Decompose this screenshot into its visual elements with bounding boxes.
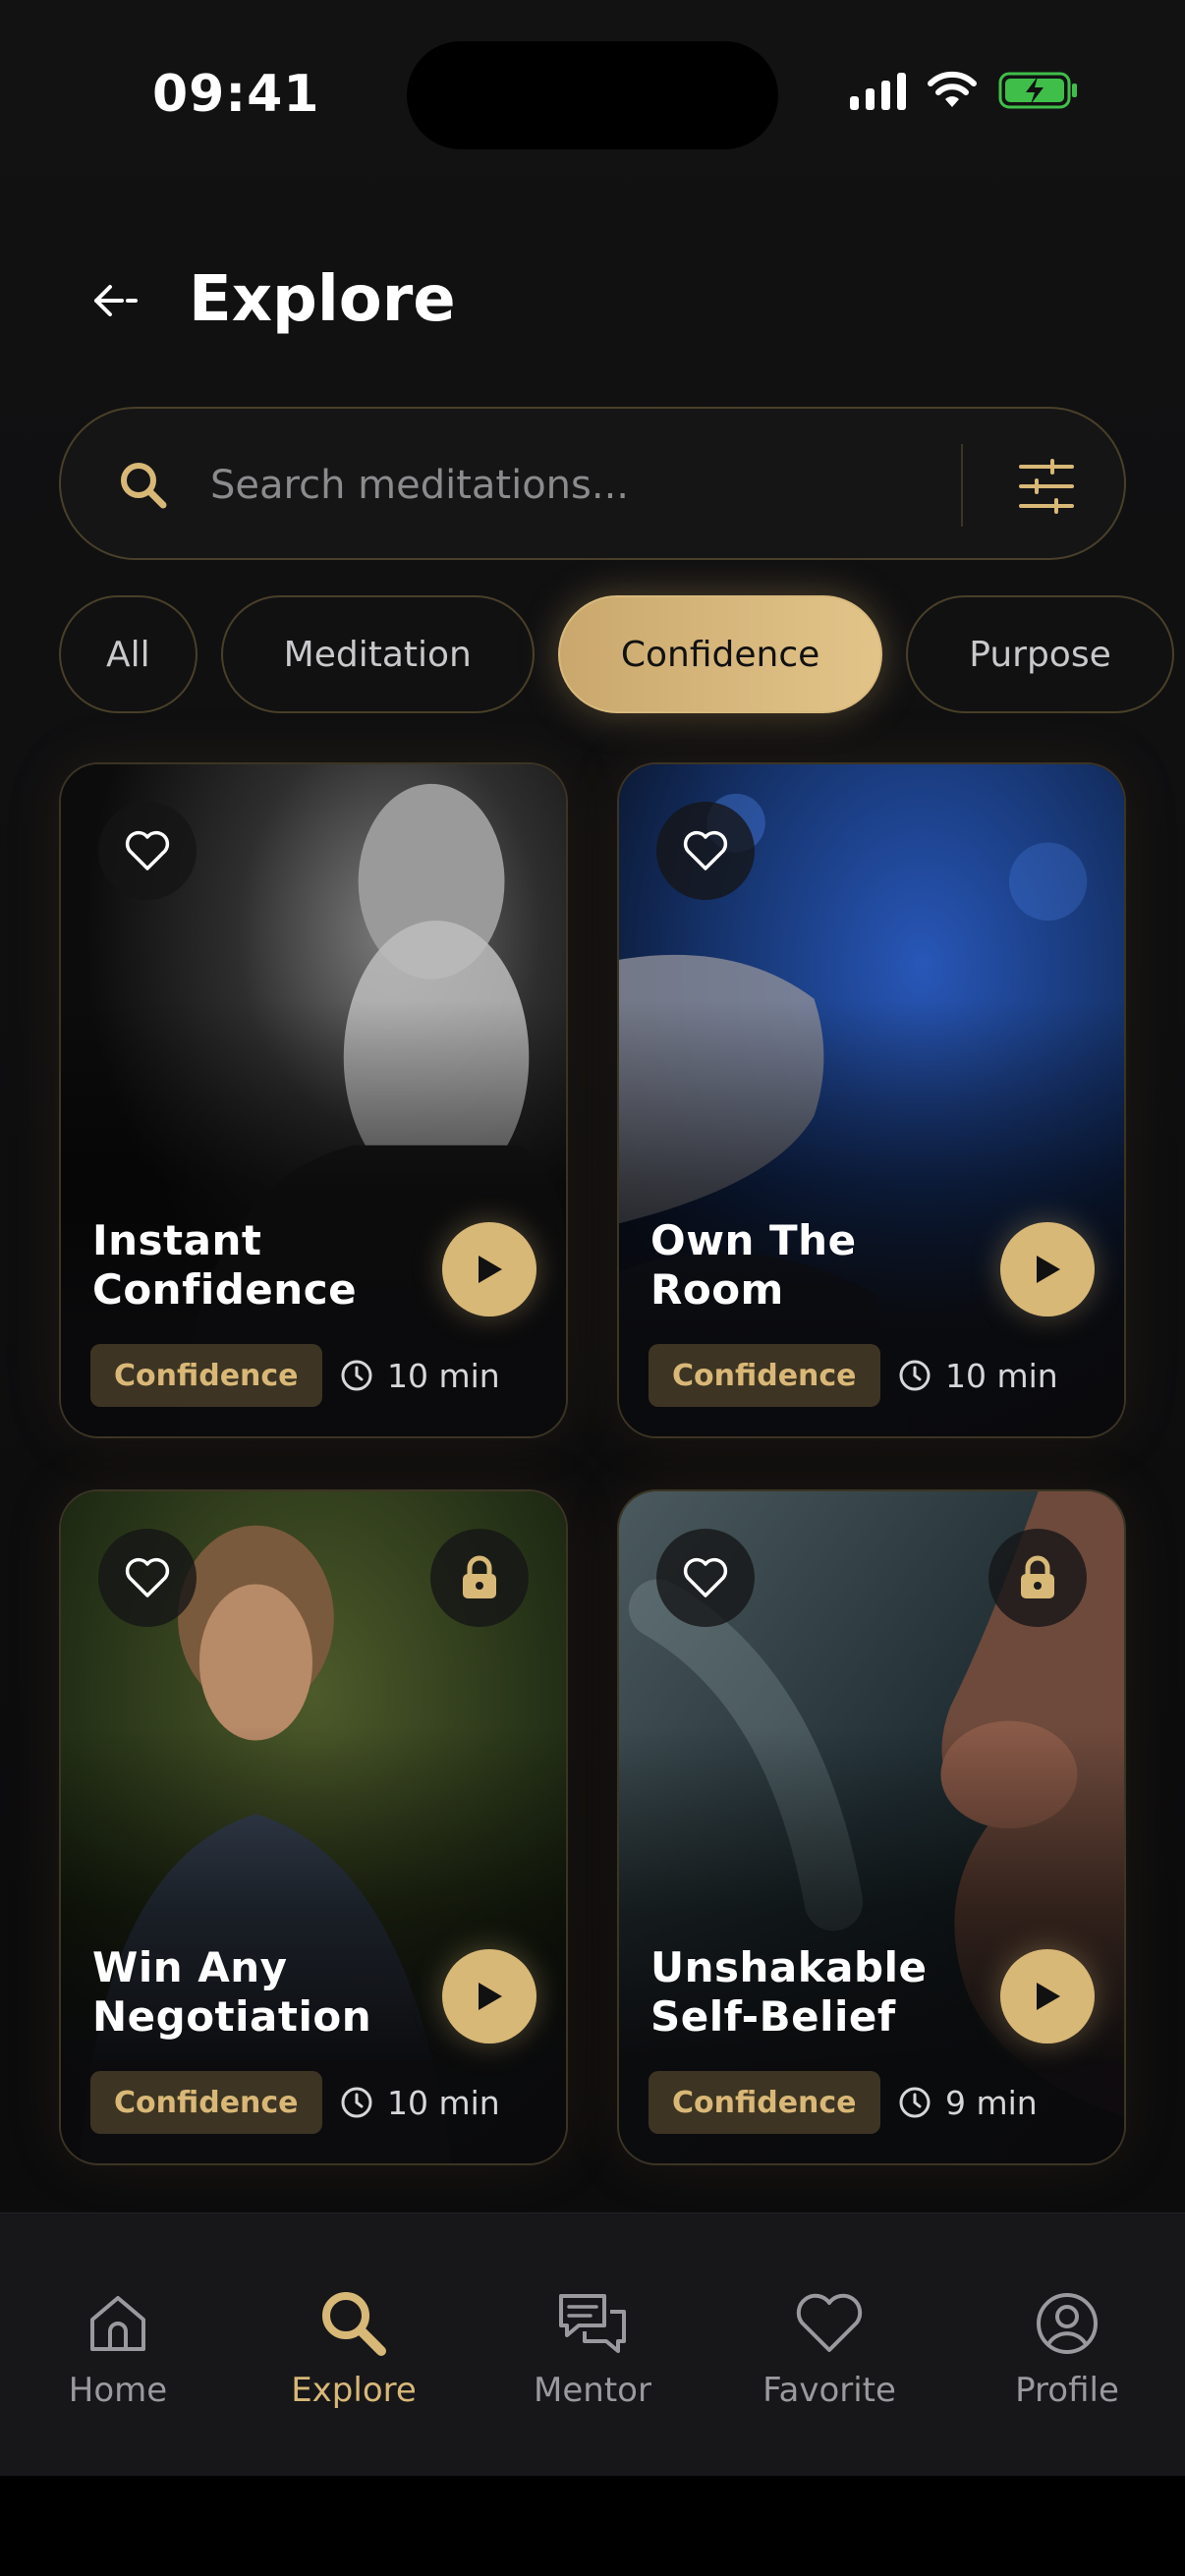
play-button[interactable] [1000,1949,1095,2044]
play-button[interactable] [1000,1222,1095,1316]
filter-button[interactable] [1010,450,1083,523]
clock-icon [341,2087,372,2118]
meditation-card[interactable]: Unshakable Self-Belief Confidence 9 min [617,1489,1126,2165]
play-button[interactable] [442,1222,536,1316]
chip-meditation[interactable]: Meditation [220,595,535,713]
search-divider [961,444,963,527]
heart-icon [683,1557,728,1597]
play-icon [1037,1256,1060,1283]
play-icon [479,1983,502,2010]
category-chips: All Meditation Confidence Purpose Fo [59,595,1185,713]
duration-label: 10 min [945,1356,1058,1395]
lock-badge [430,1529,529,1627]
lock-icon [1021,1555,1054,1598]
tab-label: Mentor [534,2371,651,2410]
category-tag: Confidence [90,1344,322,1407]
search-icon [121,463,167,509]
favorite-button[interactable] [656,1529,755,1627]
home-icon [90,2296,145,2351]
cellular-signal-icon [850,71,906,110]
tab-explore[interactable]: Explore [236,2213,472,2477]
favorite-button[interactable] [656,802,755,900]
page-title: Explore [189,263,456,336]
clock-icon [899,2087,931,2118]
search-bar [59,407,1126,560]
play-icon [1037,1983,1060,2010]
category-tag: Confidence [649,1344,880,1407]
card-title: Unshakable Self-Belief [650,1943,928,2041]
status-icons [850,71,1079,110]
card-title: Instant Confidence [92,1216,358,1314]
battery-charging-icon [998,72,1077,109]
tab-label: Explore [291,2371,417,2410]
category-tag: Confidence [90,2071,322,2134]
arrow-left-icon [94,285,138,316]
heart-icon [683,830,728,870]
duration: 9 min [898,2071,1038,2134]
meditation-card[interactable]: Win Any Negotiation Confidence 10 min [59,1489,568,2165]
profile-icon [1037,2293,1098,2354]
status-time: 09:41 [152,65,320,124]
tab-label: Profile [1015,2371,1119,2410]
card-title: Own The Room [650,1216,857,1314]
card-title: Win Any Negotiation [92,1943,372,2041]
chip-confidence[interactable]: Confidence [557,595,883,713]
favorite-button[interactable] [98,802,197,900]
tab-label: Home [68,2371,168,2410]
heart-icon [796,2293,863,2352]
sliders-icon [1019,459,1074,514]
clock-icon [341,1360,372,1391]
tab-favorite[interactable]: Favorite [711,2213,947,2477]
wifi-icon [928,71,977,107]
tab-label: Favorite [762,2371,896,2410]
heart-icon [125,830,170,870]
duration: 10 min [340,2071,500,2134]
bottom-tab-bar: Home Explore Mentor Favorite Profile [0,2212,1185,2476]
duration: 10 min [340,1344,500,1407]
tab-home[interactable]: Home [0,2213,236,2477]
duration-label: 9 min [945,2083,1038,2122]
category-tag: Confidence [649,2071,880,2134]
heart-icon [125,1557,170,1597]
tab-mentor[interactable]: Mentor [475,2213,710,2477]
lock-badge [988,1529,1087,1627]
clock-icon [899,1360,931,1391]
home-indicator-area [0,2476,1185,2576]
chat-icon [559,2294,626,2353]
play-icon [479,1256,502,1283]
tab-profile[interactable]: Profile [949,2213,1185,2477]
meditation-card[interactable]: Instant Confidence Confidence 10 min [59,762,568,1438]
duration-label: 10 min [387,2083,500,2122]
meditation-card[interactable]: Own The Room Confidence 10 min [617,762,1126,1438]
duration: 10 min [898,1344,1058,1407]
duration-label: 10 min [387,1356,500,1395]
lock-icon [463,1555,496,1598]
explore-screen: 09:41 Explore Search meditations... All … [0,0,1185,2576]
search-icon [322,2292,386,2356]
search-input[interactable] [210,448,977,523]
dynamic-island [407,41,778,149]
favorite-button[interactable] [98,1529,197,1627]
play-button[interactable] [442,1949,536,2044]
back-button[interactable] [85,269,147,332]
chip-all[interactable]: All [59,595,198,713]
chip-purpose[interactable]: Purpose [906,595,1174,713]
